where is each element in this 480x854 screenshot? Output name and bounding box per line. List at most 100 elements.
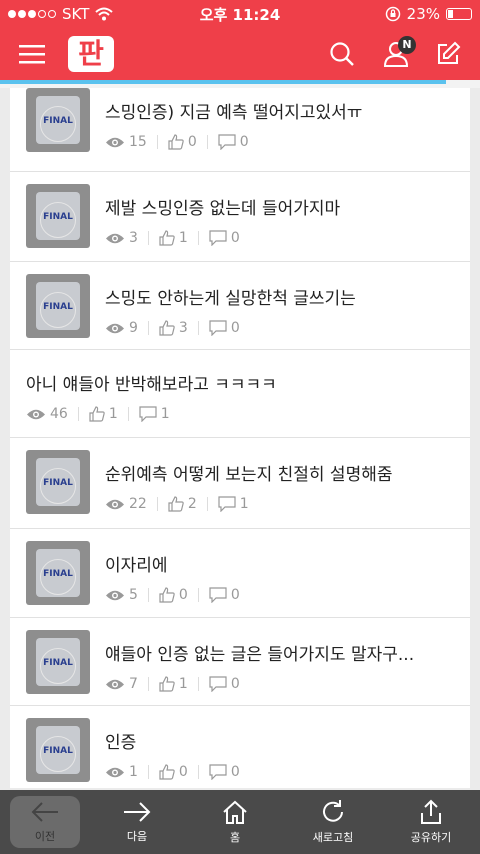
comments-value: 0 xyxy=(230,676,240,692)
post-list[interactable]: FINAL 스밍인증) 지금 예측 떨어지고있서ㅠ 15 0 0 FINAL 제… xyxy=(10,88,470,788)
post-title[interactable]: 제발 스밍인증 없는데 들어가지마 xyxy=(105,194,340,219)
views-value: 7 xyxy=(129,676,138,692)
write-button[interactable] xyxy=(424,28,472,80)
thumbs-up-icon xyxy=(168,134,184,150)
search-button[interactable] xyxy=(318,28,366,80)
thumbnail-caption: FINAL xyxy=(43,116,73,126)
comments-count: 0 xyxy=(209,587,240,603)
next-button[interactable]: 다음 xyxy=(88,790,186,854)
eye-icon xyxy=(106,767,124,777)
refresh-button[interactable]: 새로고침 xyxy=(284,790,382,854)
share-label: 공유하기 xyxy=(410,831,452,844)
eye-icon xyxy=(106,137,124,147)
post-title[interactable]: 스밍인증) 지금 예측 떨어지고있서ㅠ xyxy=(105,98,362,123)
comments-count: 1 xyxy=(139,406,170,422)
post-stats: 7 1 0 xyxy=(105,676,240,692)
post-title[interactable]: 순위예측 어떻게 보는지 친절히 설명해줌 xyxy=(105,460,393,485)
views-count: 5 xyxy=(105,587,138,603)
post-title[interactable]: 인증 xyxy=(105,728,136,753)
comment-icon xyxy=(218,134,236,150)
views-count: 9 xyxy=(105,320,138,336)
post-title[interactable]: 아니 얘들아 반박해보라고 ㅋㅋㅋㅋ xyxy=(26,370,277,395)
likes-count: 0 xyxy=(159,587,188,603)
list-item[interactable]: 아니 얘들아 반박해보라고 ㅋㅋㅋㅋ 46 1 1 xyxy=(10,350,470,438)
home-button[interactable]: 홈 xyxy=(186,790,284,854)
comment-icon xyxy=(209,676,227,692)
views-value: 1 xyxy=(129,764,138,780)
profile-button[interactable]: N xyxy=(372,28,420,80)
list-item[interactable]: FINAL 순위예측 어떻게 보는지 친절히 설명해줌 22 2 1 xyxy=(10,438,470,529)
post-thumbnail: FINAL xyxy=(26,450,90,514)
thumbs-up-icon xyxy=(159,676,175,692)
battery-percent: 23% xyxy=(406,5,440,23)
list-item[interactable]: FINAL 스밍인증) 지금 예측 떨어지고있서ㅠ 15 0 0 xyxy=(10,88,470,172)
post-stats: 1 0 0 xyxy=(105,764,240,780)
list-item[interactable]: FINAL 제발 스밍인증 없는데 들어가지마 3 1 0 xyxy=(10,172,470,262)
post-stats: 9 3 0 xyxy=(105,320,240,336)
post-title[interactable]: 얘들아 인증 없는 글은 들어가지도 말자구... xyxy=(105,640,414,665)
thumbnail-caption: FINAL xyxy=(43,746,73,756)
comment-icon xyxy=(139,406,157,422)
signal-icon xyxy=(8,10,56,18)
eye-icon xyxy=(106,590,124,600)
comments-value: 0 xyxy=(230,587,240,603)
list-item[interactable]: FINAL 이자리에 5 0 0 xyxy=(10,529,470,618)
post-stats: 46 1 1 xyxy=(26,406,170,422)
comments-value: 0 xyxy=(239,134,249,150)
comment-icon xyxy=(209,587,227,603)
post-thumbnail: FINAL xyxy=(26,630,90,694)
views-value: 9 xyxy=(129,320,138,336)
comments-count: 1 xyxy=(218,496,249,512)
views-count: 3 xyxy=(105,230,138,246)
progress-fill xyxy=(0,80,447,84)
back-button[interactable]: 이전 xyxy=(10,796,80,848)
comment-icon xyxy=(209,230,227,246)
likes-value: 1 xyxy=(108,406,118,422)
list-item[interactable]: FINAL 얘들아 인증 없는 글은 들어가지도 말자구... 7 1 0 xyxy=(10,618,470,706)
search-icon xyxy=(330,42,354,66)
clock: 오후 11:24 xyxy=(199,5,281,24)
post-title[interactable]: 이자리에 xyxy=(105,551,168,576)
post-thumbnail: FINAL xyxy=(26,541,90,605)
wifi-icon xyxy=(95,7,114,21)
comments-value: 0 xyxy=(230,320,240,336)
post-stats: 22 2 1 xyxy=(105,496,249,512)
comments-count: 0 xyxy=(209,320,240,336)
views-count: 15 xyxy=(105,134,147,150)
status-bar: SKT 오후 11:24 23% xyxy=(0,0,480,28)
views-count: 7 xyxy=(105,676,138,692)
post-thumbnail: FINAL xyxy=(26,274,90,338)
pann-logo[interactable]: 판 xyxy=(68,36,114,72)
views-count: 22 xyxy=(105,496,147,512)
post-stats: 15 0 0 xyxy=(105,134,249,150)
refresh-label: 새로고침 xyxy=(312,831,354,844)
views-value: 22 xyxy=(129,496,147,512)
comments-value: 0 xyxy=(230,230,240,246)
views-count: 46 xyxy=(26,406,68,422)
thumbs-up-icon xyxy=(159,320,175,336)
thumbs-up-icon xyxy=(168,496,184,512)
likes-value: 0 xyxy=(178,587,188,603)
post-thumbnail: FINAL xyxy=(26,88,90,152)
thumbs-up-icon xyxy=(89,406,105,422)
likes-value: 3 xyxy=(178,320,188,336)
list-item[interactable]: FINAL 스밍도 안하는게 실망한척 글쓰기는 9 3 0 xyxy=(10,262,470,350)
menu-button[interactable] xyxy=(8,28,56,80)
post-stats: 3 1 0 xyxy=(105,230,240,246)
share-button[interactable]: 공유하기 xyxy=(382,790,480,854)
comments-count: 0 xyxy=(209,230,240,246)
browser-toolbar: 이전 다음 홈 새로고침 공유하기 xyxy=(0,790,480,854)
thumbnail-caption: FINAL xyxy=(43,302,73,312)
list-item[interactable]: FINAL 인증 1 0 0 xyxy=(10,706,470,788)
share-icon xyxy=(421,799,441,824)
post-title[interactable]: 스밍도 안하는게 실망한척 글쓰기는 xyxy=(105,284,356,309)
thumbs-up-icon xyxy=(159,587,175,603)
top-nav: 판 N xyxy=(0,28,480,80)
post-thumbnail: FINAL xyxy=(26,718,90,782)
likes-value: 1 xyxy=(178,676,188,692)
comments-value: 0 xyxy=(230,764,240,780)
likes-count: 0 xyxy=(159,764,188,780)
thumbnail-caption: FINAL xyxy=(43,658,73,668)
likes-value: 0 xyxy=(178,764,188,780)
notification-badge: N xyxy=(398,36,416,54)
